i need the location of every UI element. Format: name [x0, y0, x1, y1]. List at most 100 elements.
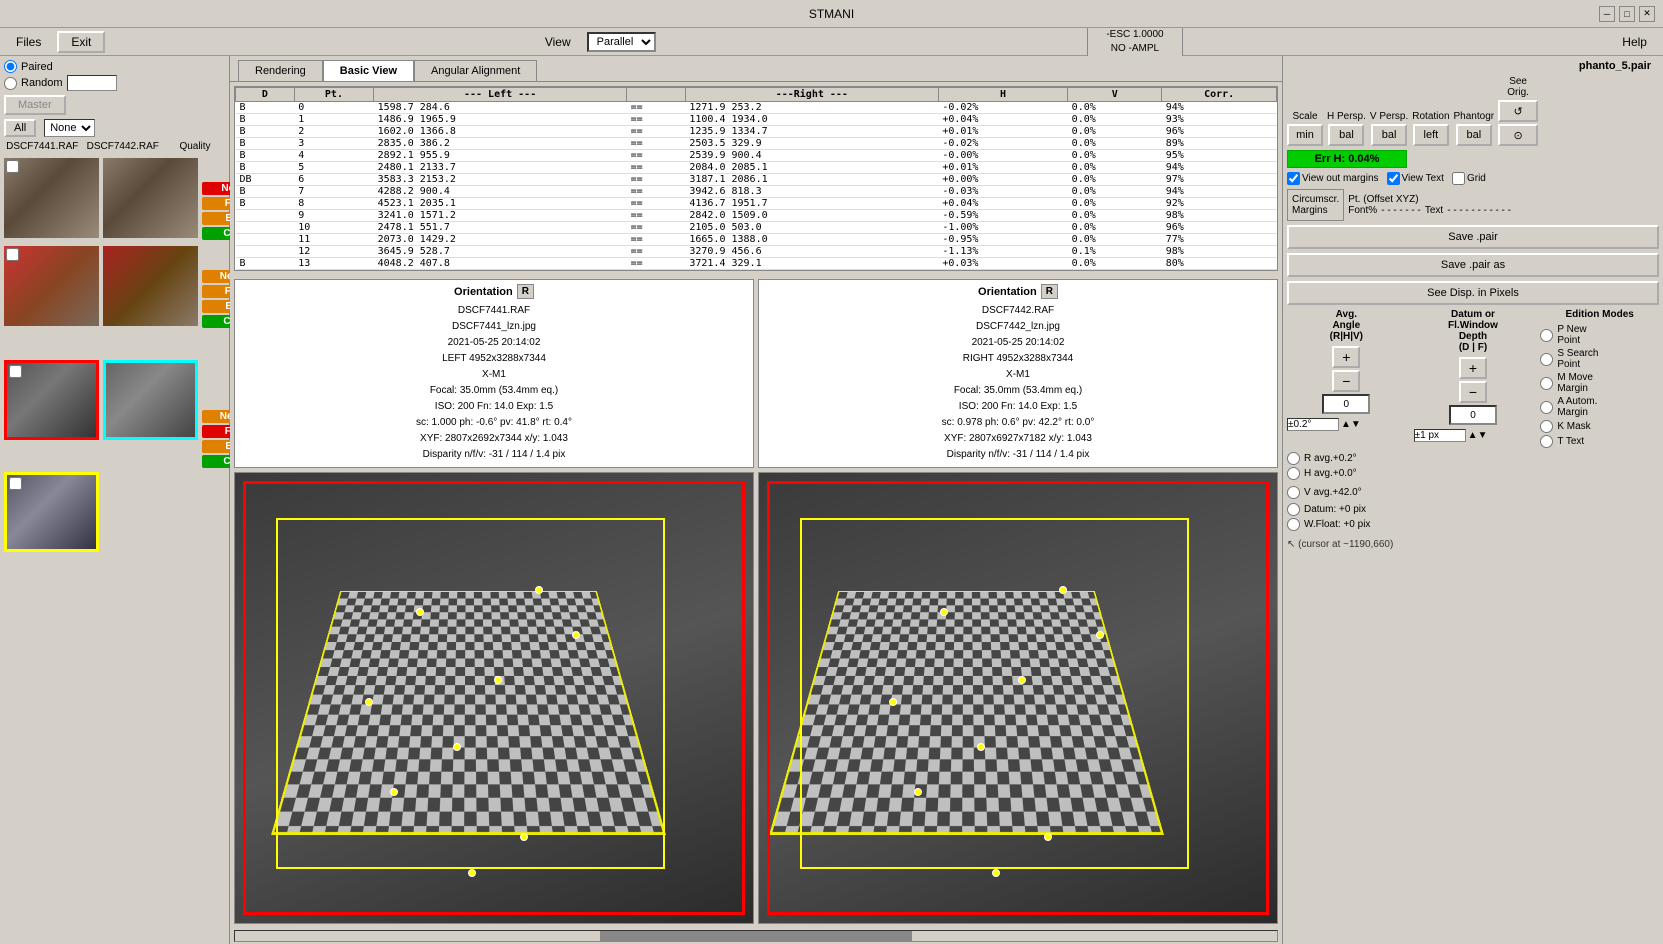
cell-v: 0.0%	[1068, 210, 1162, 222]
table-row[interactable]: B 3 2835.0 386.2 == 2503.5 329.9 -0.02% …	[236, 138, 1277, 150]
ol-xyz: XYF: 2807x2692x7344 x/y: 1.043	[239, 431, 749, 447]
horizontal-scrollbar[interactable]	[234, 930, 1278, 942]
save-pair-as-button[interactable]: Save .pair as	[1287, 253, 1659, 277]
view-select-wrapper: Parallel Stereo Mono	[587, 32, 656, 52]
window-controls[interactable]: ─ □ ✕	[1599, 6, 1655, 22]
see-orig-btn[interactable]: ↺	[1498, 100, 1538, 122]
h-avg-radio[interactable]	[1287, 467, 1300, 480]
pm-deg-input[interactable]	[1287, 418, 1339, 431]
master-button[interactable]: Master	[4, 95, 66, 115]
wfloat-0pix-radio[interactable]	[1287, 518, 1300, 531]
cell-v: 0.0%	[1068, 174, 1162, 186]
img-cell-4[interactable]	[103, 246, 198, 326]
pm-pix-input[interactable]	[1414, 429, 1466, 442]
menu-files[interactable]: Files	[8, 33, 49, 51]
table-row[interactable]: 11 2073.0 1429.2 == 1665.0 1388.0 -0.95%…	[236, 234, 1277, 246]
exit-button[interactable]: Exit	[57, 31, 105, 53]
img-cell-5[interactable]	[4, 360, 99, 440]
table-row[interactable]: B 2 1602.0 1366.8 == 1235.9 1334.7 +0.01…	[236, 126, 1277, 138]
avg-input[interactable]	[1322, 394, 1370, 414]
view-out-margins-check[interactable]	[1287, 172, 1300, 185]
data-table-wrapper[interactable]: D Pt. --- Left --- ---Right --- H V Corr…	[234, 86, 1278, 271]
img-check-3[interactable]	[6, 248, 19, 261]
th-left: --- Left ---	[374, 88, 627, 102]
image-view-right[interactable]	[758, 472, 1278, 924]
col-headers: DSCF7441.RAF DSCF7442.RAF Quality	[4, 141, 225, 152]
menu-bar: Files Exit View Parallel Stereo Mono Ren…	[0, 28, 1663, 56]
view-out-margins-label[interactable]: View out margins	[1287, 172, 1379, 185]
avg-plus-btn[interactable]: +	[1332, 346, 1360, 368]
table-row[interactable]: 9 3241.0 1571.2 == 2842.0 1509.0 -0.59% …	[236, 210, 1277, 222]
cell-eq: ==	[627, 126, 686, 138]
random-radio[interactable]	[4, 77, 17, 90]
none-select[interactable]: None	[44, 119, 95, 137]
table-row[interactable]: B 5 2480.1 2133.7 == 2084.0 2085.1 +0.01…	[236, 162, 1277, 174]
s-search-point-radio[interactable]	[1540, 353, 1553, 366]
th-d: D	[236, 88, 295, 102]
r-avg-radio[interactable]	[1287, 452, 1300, 465]
view-text-check[interactable]	[1387, 172, 1400, 185]
save-pair-button[interactable]: Save .pair	[1287, 225, 1659, 249]
tab-angular-alignment[interactable]: Angular Alignment	[414, 60, 537, 81]
edition-radio-group: P NewPoint S SearchPoint M MoveMargin A …	[1540, 324, 1659, 448]
see-disp-button[interactable]: See Disp. in Pixels	[1287, 281, 1659, 305]
minimize-button[interactable]: ─	[1599, 6, 1615, 22]
cell-pt: 9	[294, 210, 373, 222]
img-check-7[interactable]	[9, 477, 22, 490]
datum-minus-btn[interactable]: −	[1459, 381, 1487, 403]
table-row[interactable]: B 7 4288.2 900.4 == 3942.6 818.3 -0.03% …	[236, 186, 1277, 198]
s-search-point-label: S SearchPoint	[1557, 348, 1598, 370]
datum-plus-btn[interactable]: +	[1459, 357, 1487, 379]
table-row[interactable]: B 13 4048.2 407.8 == 3721.4 329.1 +0.03%…	[236, 258, 1277, 270]
img-cell-6[interactable]	[103, 360, 198, 440]
center-panel: Rendering Basic View Angular Alignment D…	[230, 56, 1283, 944]
maximize-button[interactable]: □	[1619, 6, 1635, 22]
image-view-left[interactable]	[234, 472, 754, 924]
grid-label[interactable]: Grid	[1452, 172, 1486, 185]
table-row[interactable]: DB 6 3583.3 2153.2 == 3187.1 2086.1 +0.0…	[236, 174, 1277, 186]
img-cell-1[interactable]	[4, 158, 99, 238]
table-row[interactable]: B 8 4523.1 2035.1 == 4136.7 1951.7 +0.04…	[236, 198, 1277, 210]
datum-0pix-radio[interactable]	[1287, 503, 1300, 516]
table-row[interactable]: 10 2478.1 551.7 == 2105.0 503.0 -1.00% 0…	[236, 222, 1277, 234]
v-persp-btn[interactable]: bal	[1371, 124, 1407, 146]
orientation-left-label: Orientation	[454, 286, 513, 298]
table-row[interactable]: 12 3645.9 528.7 == 3270.9 456.6 -1.13% 0…	[236, 246, 1277, 258]
tab-basic-view[interactable]: Basic View	[323, 60, 414, 81]
p-new-point-radio[interactable]	[1540, 329, 1553, 342]
all-button[interactable]: All	[4, 119, 36, 137]
k-mask-radio[interactable]	[1540, 420, 1553, 433]
img-cell-2[interactable]	[103, 158, 198, 238]
table-row[interactable]: B 4 2892.1 955.9 == 2539.9 900.4 -0.00% …	[236, 150, 1277, 162]
master-row: Master	[4, 95, 225, 115]
rotation-label: Rotation	[1412, 111, 1449, 122]
grid-check[interactable]	[1452, 172, 1465, 185]
scale-btn[interactable]: min	[1287, 124, 1323, 146]
cell-d	[236, 234, 295, 246]
cell-v: 0.0%	[1068, 186, 1162, 198]
view-select[interactable]: Parallel Stereo Mono	[587, 32, 656, 52]
view-text-label[interactable]: View Text	[1387, 172, 1444, 185]
see-orig-btn2[interactable]: ⊙	[1498, 124, 1538, 146]
img-check-5[interactable]	[9, 365, 22, 378]
m-move-margin-radio[interactable]	[1540, 377, 1553, 390]
menu-help[interactable]: Help	[1614, 33, 1655, 51]
close-button[interactable]: ✕	[1639, 6, 1655, 22]
paired-radio[interactable]	[4, 60, 17, 73]
tab-rendering[interactable]: Rendering	[238, 60, 323, 81]
phantogr-btn[interactable]: bal	[1456, 124, 1492, 146]
table-row[interactable]: B 0 1598.7 284.6 == 1271.9 253.2 -0.02% …	[236, 102, 1277, 114]
random-input[interactable]	[67, 75, 117, 91]
h-persp-btn[interactable]: bal	[1328, 124, 1364, 146]
datum-input[interactable]	[1449, 405, 1497, 425]
t-text-radio[interactable]	[1540, 435, 1553, 448]
avg-minus-btn[interactable]: −	[1332, 370, 1360, 392]
img-cell-3[interactable]	[4, 246, 99, 326]
img-cell-7[interactable]	[4, 472, 99, 552]
table-row[interactable]: B 1 1486.9 1965.9 == 1100.4 1934.0 +0.04…	[236, 114, 1277, 126]
img-check-1[interactable]	[6, 160, 19, 173]
rotation-btn[interactable]: left	[1413, 124, 1449, 146]
v-avg-radio[interactable]	[1287, 486, 1300, 499]
cell-right: 2503.5 329.9	[685, 138, 938, 150]
a-autom-radio[interactable]	[1540, 401, 1553, 414]
